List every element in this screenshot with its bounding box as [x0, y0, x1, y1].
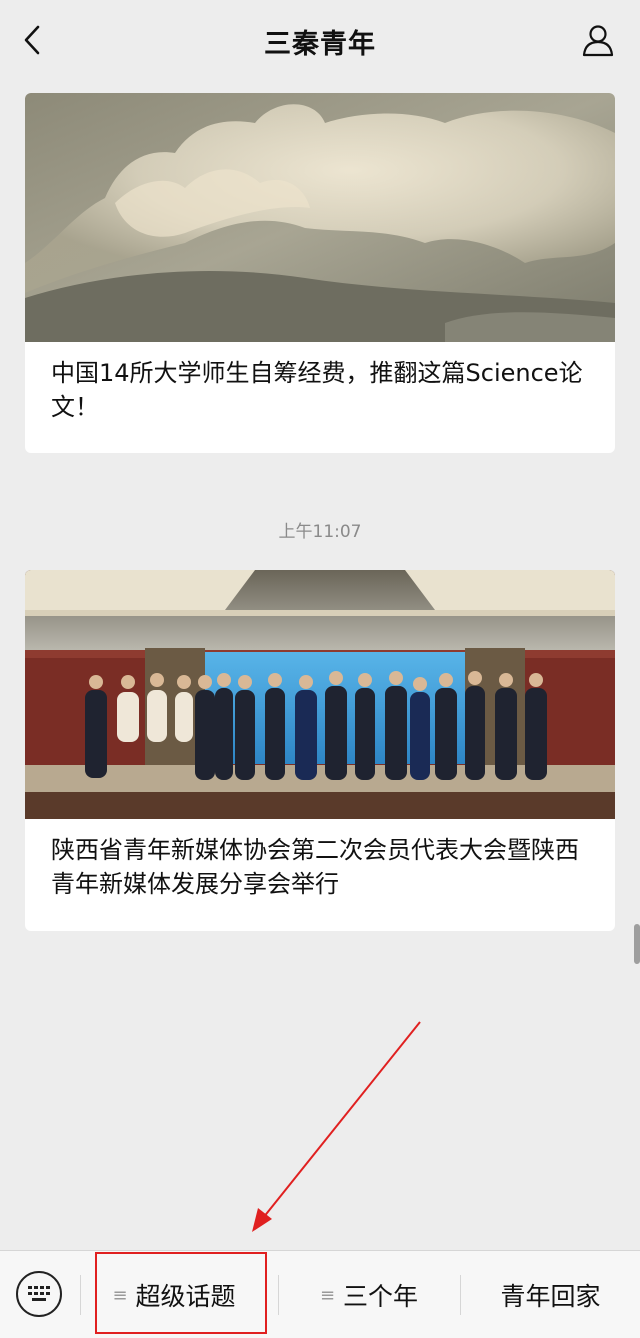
- menu-list-icon: ≡: [319, 1284, 336, 1306]
- keyboard-icon: [28, 1286, 50, 1301]
- menu-item-youth-home[interactable]: 青年回家: [461, 1251, 640, 1338]
- menu-list-icon: ≡: [112, 1284, 128, 1306]
- menu-item-label: 三个年: [343, 1282, 419, 1311]
- scrollbar-thumb[interactable]: [634, 924, 640, 964]
- menu-item-super-topic[interactable]: ≡ 超级话题: [81, 1251, 267, 1338]
- cloud-photo: [25, 93, 615, 342]
- page-title: 三秦青年: [264, 29, 376, 60]
- menu-item-label: 超级话题: [135, 1282, 236, 1311]
- menu-item-label: 青年回家: [500, 1282, 601, 1311]
- bottom-menu-bar: ≡ 超级话题 ≡ 三个年 青年回家: [0, 1250, 640, 1338]
- article-title: 中国14所大学师生自筹经费，推翻这篇Science论文！: [51, 359, 583, 421]
- group-photo: [25, 570, 615, 819]
- person-icon: [582, 25, 614, 57]
- menu-item-three-years[interactable]: ≡ 三个年: [279, 1251, 459, 1338]
- article-card[interactable]: 中国14所大学师生自筹经费，推翻这篇Science论文！: [25, 93, 615, 453]
- message-timestamp: 上午11:07: [278, 522, 362, 542]
- top-nav-bar: 三秦青年: [0, 0, 640, 82]
- profile-button[interactable]: [578, 20, 618, 60]
- article-card[interactable]: 陕西省青年新媒体协会第二次会员代表大会暨陕西青年新媒体发展分享会举行: [25, 570, 615, 931]
- article-title: 陕西省青年新媒体协会第二次会员代表大会暨陕西青年新媒体发展分享会举行: [51, 836, 579, 898]
- keyboard-toggle-button[interactable]: [16, 1271, 62, 1317]
